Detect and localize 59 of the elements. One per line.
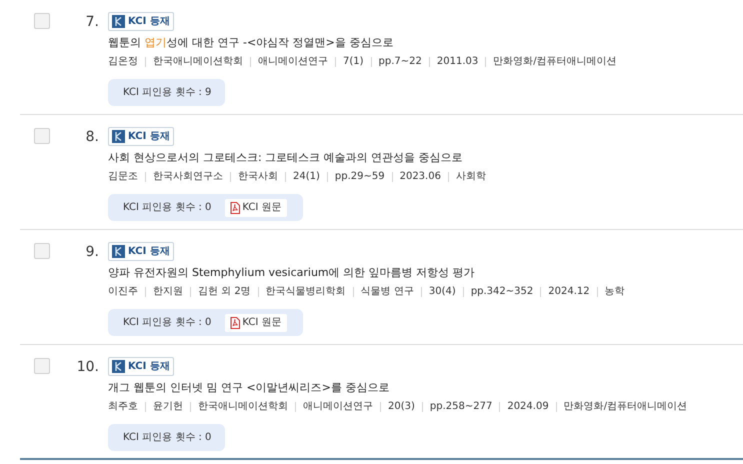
citation-count: KCI 피인용 횟수 : 9: [123, 86, 212, 100]
meta-text: 최주호: [108, 400, 138, 414]
meta-text: 김온정: [108, 55, 138, 69]
meta-text: 윤기헌: [153, 400, 183, 414]
kci-logo-icon: [112, 130, 125, 143]
pdf-icon: [230, 202, 240, 214]
meta-text: 한국애니메이션학회: [153, 55, 243, 69]
result-number: 8.: [84, 128, 100, 147]
meta-text: 한국사회연구소: [153, 170, 223, 184]
meta-text: 20(3): [388, 400, 415, 414]
meta-text: pp.7~22: [378, 55, 422, 69]
meta-text: 한국애니메이션학회: [198, 400, 288, 414]
meta-text: pp.342~352: [470, 285, 534, 299]
meta-text: 이진주: [108, 285, 138, 299]
checkbox[interactable]: [34, 243, 50, 259]
meta-text: 애니메이션연구: [258, 55, 328, 69]
meta-text: 만화영화/컴퓨터애니메이션: [493, 55, 617, 69]
meta-text: 김헌 외 2명: [198, 285, 251, 299]
meta-text: 농학: [604, 285, 625, 299]
citation-count: KCI 피인용 횟수 : 0: [123, 316, 212, 330]
paper-title[interactable]: 사회 현상으로서의 그로테스크: 그로테스크 예술과의 연관성을 중심으로: [108, 149, 486, 167]
checkbox[interactable]: [34, 128, 50, 144]
paper-title[interactable]: 양파 유전자원의 Stemphylium vesicarium에 의한 잎마름병 저항성 평가: [108, 264, 625, 282]
meta-text: 30(4): [428, 285, 456, 299]
meta-text: pp.29~59: [334, 170, 385, 184]
meta-text: 7(1): [343, 55, 364, 69]
result-number: 7.: [84, 13, 100, 32]
kci-logo-icon: [112, 245, 125, 258]
meta-text: 2023.06: [400, 170, 441, 184]
result-number: 9.: [84, 243, 100, 262]
citation-count: KCI 피인용 횟수 : 0: [123, 201, 212, 215]
meta-text: 만화영화/컴퓨터애니메이션: [564, 400, 688, 414]
checkbox[interactable]: [34, 13, 50, 29]
meta-text: 애니메이션연구: [303, 400, 373, 414]
meta-text: 24(1): [293, 170, 320, 184]
kci-badge: KCI 등재: [108, 357, 174, 376]
pdf-link[interactable]: KCI 원문: [225, 314, 287, 332]
meta-text: 2011.03: [436, 55, 478, 69]
meta-text: 한국사회: [238, 170, 278, 184]
kci-logo-icon: [112, 360, 125, 373]
meta-text: 식물병 연구: [360, 285, 414, 299]
meta-text: 사회학: [456, 170, 486, 184]
kci-badge: KCI 등재: [108, 127, 174, 146]
checkbox[interactable]: [34, 358, 50, 374]
result-number: 10.: [76, 358, 100, 377]
kci-logo-icon: [112, 15, 125, 28]
paper-title[interactable]: 개그 웹툰의 인터넷 밈 연구 <이말년씨리즈>를 중심으로: [108, 379, 688, 397]
meta-text: 한국식물병리학회: [266, 285, 346, 299]
paper-title[interactable]: 웹툰의 엽기성에 대한 연구 -<야심작 정열맨>을 중심으로: [108, 34, 617, 52]
kci-badge: KCI 등재: [108, 242, 174, 261]
citation-count: KCI 피인용 횟수 : 0: [123, 431, 212, 445]
meta-text: 2024.12: [548, 285, 590, 299]
meta-text: 2024.09: [507, 400, 549, 414]
meta-text: pp.258~277: [430, 400, 492, 414]
kci-badge: KCI 등재: [108, 12, 174, 31]
meta-text: 김문조: [108, 170, 138, 184]
meta-text: 한지원: [153, 285, 183, 299]
pdf-link[interactable]: KCI 원문: [225, 198, 287, 216]
pdf-icon: [230, 316, 240, 328]
